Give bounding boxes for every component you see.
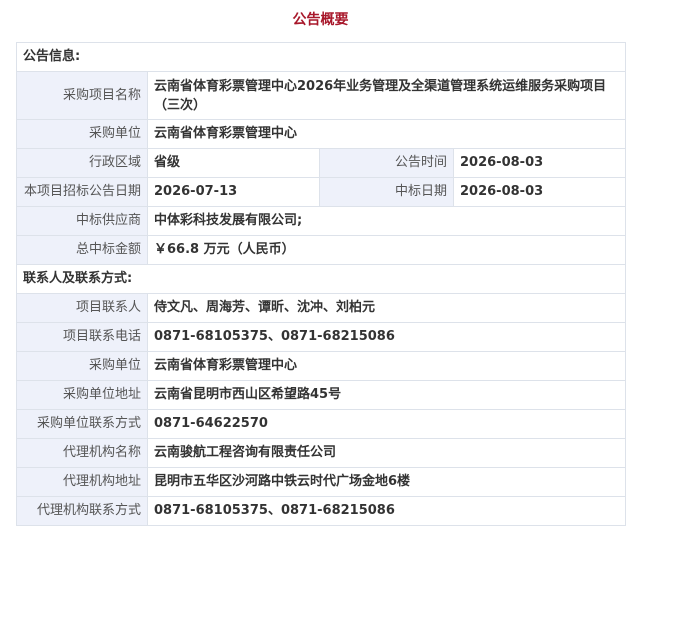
value-bid-announce-date: 2026-07-13 [147,177,320,207]
row-purchaser-address: 采购单位地址 云南省昆明市西山区希望路45号 [16,380,627,410]
row-purchaser-phone: 采购单位联系方式 0871-64622570 [16,409,627,439]
row-supplier: 中标供应商 中体彩科技发展有限公司; [16,206,627,236]
label-project-name: 采购项目名称 [16,71,148,120]
row-purchaser: 采购单位 云南省体育彩票管理中心 [16,119,627,149]
row-region-announce-time: 行政区域 省级 公告时间 2026-08-03 [16,148,627,178]
label-purchaser-phone: 采购单位联系方式 [16,409,148,439]
row-total-amount: 总中标金额 ￥66.8 万元（人民币） [16,235,627,265]
label-project-phone: 项目联系电话 [16,322,148,352]
row-project-phone: 项目联系电话 0871-68105375、0871-68215086 [16,322,627,352]
value-agency-name: 云南骏航工程咨询有限责任公司 [146,438,627,468]
label-bid-announce-date: 本项目招标公告日期 [16,177,148,207]
row-project-contact: 项目联系人 侍文凡、周海芳、谭昕、沈冲、刘柏元 [16,293,627,323]
label-announce-time: 公告时间 [319,148,454,178]
value-project-name: 云南省体育彩票管理中心2026年业务管理及全渠道管理系统运维服务采购项目（三次） [146,71,627,120]
value-purchaser-address: 云南省昆明市西山区希望路45号 [146,380,627,410]
value-purchaser: 云南省体育彩票管理中心 [146,119,627,149]
label-purchaser-address: 采购单位地址 [16,380,148,410]
row-bid-date-award-date: 本项目招标公告日期 2026-07-13 中标日期 2026-08-03 [16,177,627,207]
section-header-notice-info: 公告信息: [15,42,627,72]
page-title: 公告概要 [292,12,349,28]
value-region: 省级 [147,148,320,178]
value-announce-time: 2026-08-03 [452,148,627,178]
value-supplier: 中体彩科技发展有限公司; [146,206,627,236]
section-row-contact-info: 联系人及联系方式: [15,264,627,294]
label-project-contact: 项目联系人 [16,293,148,323]
label-purchaser: 采购单位 [16,119,148,149]
value-contact-purchaser: 云南省体育彩票管理中心 [146,351,627,381]
label-contact-purchaser: 采购单位 [16,351,148,381]
section-row-notice-info: 公告信息: [15,42,627,72]
value-project-contact: 侍文凡、周海芳、谭昕、沈冲、刘柏元 [146,293,627,323]
label-total-amount: 总中标金额 [16,235,148,265]
section-header-contact-info: 联系人及联系方式: [15,264,627,294]
row-agency-phone: 代理机构联系方式 0871-68105375、0871-68215086 [16,496,627,526]
label-award-date: 中标日期 [319,177,454,207]
row-contact-purchaser: 采购单位 云南省体育彩票管理中心 [16,351,627,381]
notice-summary-table: 公告信息: 采购项目名称 云南省体育彩票管理中心2026年业务管理及全渠道管理系… [15,42,627,526]
label-agency-phone: 代理机构联系方式 [16,496,148,526]
value-agency-phone: 0871-68105375、0871-68215086 [146,496,627,526]
value-project-phone: 0871-68105375、0871-68215086 [146,322,627,352]
label-agency-name: 代理机构名称 [16,438,148,468]
label-region: 行政区域 [16,148,148,178]
row-agency-name: 代理机构名称 云南骏航工程咨询有限责任公司 [16,438,627,468]
row-project-name: 采购项目名称 云南省体育彩票管理中心2026年业务管理及全渠道管理系统运维服务采… [16,71,627,120]
label-agency-address: 代理机构地址 [16,467,148,497]
label-supplier: 中标供应商 [16,206,148,236]
value-award-date: 2026-08-03 [452,177,627,207]
value-agency-address: 昆明市五华区沙河路中铁云时代广场金地6楼 [146,467,627,497]
value-purchaser-phone: 0871-64622570 [146,409,627,439]
value-total-amount: ￥66.8 万元（人民币） [146,235,627,265]
row-agency-address: 代理机构地址 昆明市五华区沙河路中铁云时代广场金地6楼 [16,467,627,497]
